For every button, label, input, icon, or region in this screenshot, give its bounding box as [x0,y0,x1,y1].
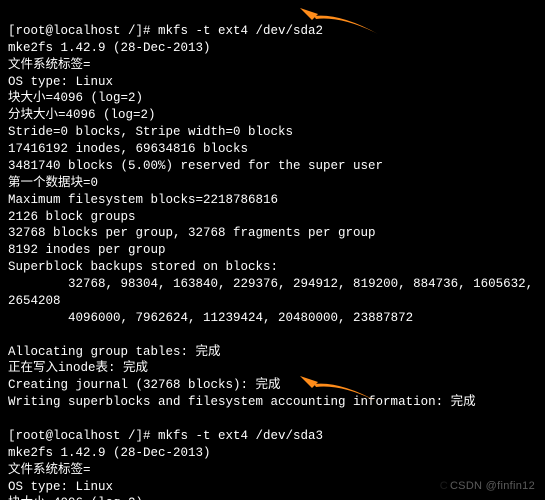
output-line: Creating journal (32768 blocks): 完成 [8,378,281,392]
output-line: Superblock backups stored on blocks: [8,260,278,274]
shell-command-1: mkfs -t ext4 /dev/sda2 [158,23,323,40]
output-line: Allocating group tables: 完成 [8,345,221,359]
shell-prompt-2: [root@localhost /]# [8,429,158,443]
output-line: Writing superblocks and filesystem accou… [8,395,476,409]
output-line: 块大小=4096 (log=2) [8,91,143,105]
output-line: 32768 blocks per group, 32768 fragments … [8,226,376,240]
output-line: 2126 block groups [8,210,136,224]
output-line: 文件系统标签= [8,58,91,72]
output-line: 文件系统标签= [8,463,91,477]
output-line: mke2fs 1.42.9 (28-Dec-2013) [8,41,211,55]
output-line: 正在写入inode表: 完成 [8,361,148,375]
output-line: 第一个数据块=0 [8,176,98,190]
output-line: 3481740 blocks (5.00%) reserved for the … [8,159,383,173]
output-line: 块大小=4096 (log=2) [8,496,143,500]
output-line: Maximum filesystem blocks=2218786816 [8,193,278,207]
output-line: 8192 inodes per group [8,243,166,257]
output-line: 32768, 98304, 163840, 229376, 294912, 81… [8,277,541,308]
output-line: OS type: Linux [8,480,113,494]
shell-prompt-1: [root@localhost /]# [8,24,158,38]
terminal-output: [root@localhost /]# mkfs -t ext4 /dev/sd… [0,0,545,500]
output-line: mke2fs 1.42.9 (28-Dec-2013) [8,446,211,460]
output-line: 17416192 inodes, 69634816 blocks [8,142,248,156]
shell-command-2: mkfs -t ext4 /dev/sda3 [158,428,323,445]
watermark: CCSDN @finfin12 [440,479,535,494]
output-line: 分块大小=4096 (log=2) [8,108,156,122]
output-line: Stride=0 blocks, Stripe width=0 blocks [8,125,293,139]
output-line: OS type: Linux [8,75,113,89]
output-line: 4096000, 7962624, 11239424, 20480000, 23… [8,311,413,325]
